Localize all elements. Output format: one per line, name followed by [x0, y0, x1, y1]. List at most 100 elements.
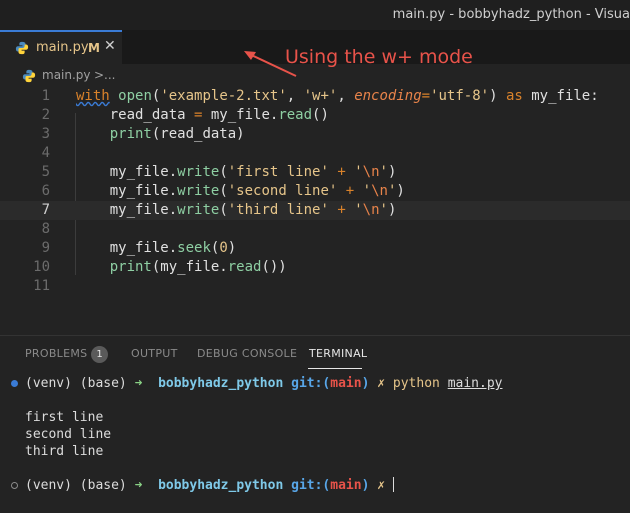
line-number: 2 — [41, 107, 50, 123]
code-line[interactable]: 8 — [0, 220, 630, 239]
command-arg: main.py — [447, 376, 503, 391]
code-line[interactable]: 1 with open('example-2.txt', 'w+', encodi… — [0, 87, 630, 106]
code-token: + — [337, 164, 346, 180]
code-line[interactable]: 9 my_file.seek(0) — [0, 239, 630, 258]
title-bar: main.py - bobbyhadz_python - Visua — [0, 0, 630, 30]
breadcrumb-file[interactable]: main.py — [42, 68, 91, 82]
code-line[interactable]: 7 my_file.write('third line' + '\n') — [0, 201, 630, 220]
code-line[interactable]: 4 — [0, 144, 630, 163]
tab-terminal[interactable]: TERMINAL — [309, 347, 367, 360]
line-number: 10 — [33, 259, 50, 275]
output-line: second line — [25, 427, 112, 442]
code-token: \n — [371, 183, 388, 199]
code-token: 'first line' — [227, 164, 329, 180]
code-token: 'utf-8' — [430, 88, 490, 104]
command-name: python — [392, 376, 440, 391]
code-token: print — [109, 259, 152, 275]
code-token: write — [177, 183, 220, 199]
annotation-arrow-icon — [244, 51, 297, 77]
prompt-arrow: ➜ — [134, 376, 143, 391]
code-token: 'w+' — [303, 88, 338, 104]
code-line[interactable]: 6 my_file.write('second line' + '\n') — [0, 182, 630, 201]
code-line[interactable]: 5 my_file.write('first line' + '\n') — [0, 163, 630, 182]
line-number: 8 — [41, 221, 50, 237]
tab-problems[interactable]: PROBLEMS — [25, 347, 87, 360]
code-token: ' — [362, 183, 372, 199]
code-token: \n — [362, 164, 380, 180]
problems-count-badge: 1 — [91, 346, 108, 363]
tab-debug-console[interactable]: DEBUG CONSOLE — [197, 347, 297, 360]
code-text: print(read_data) — [76, 125, 245, 144]
tab-main-py[interactable]: main.py M ✕ — [0, 30, 122, 64]
code-line[interactable]: 2 read_data = my_file.read() — [0, 106, 630, 125]
code-token: 'third line' — [227, 202, 329, 218]
line-number: 1 — [41, 88, 50, 104]
annotation-label: Using the w+ mode — [285, 46, 473, 68]
window-title: main.py - bobbyhadz_python - Visua — [392, 7, 630, 22]
breadcrumb-more[interactable]: ... — [104, 68, 115, 82]
code-token: my_file. — [202, 107, 279, 123]
code-token: ( — [219, 183, 228, 199]
git-branch: main — [330, 376, 362, 391]
git-suffix: ) — [361, 376, 370, 391]
code-text: my_file.write('third line' + '\n') — [76, 201, 397, 220]
code-token: 0 — [219, 240, 228, 256]
code-text: read_data = my_file.read() — [76, 106, 329, 125]
code-token: (my_file. — [151, 259, 228, 275]
code-token: as — [505, 88, 523, 104]
code-token: ' — [354, 202, 363, 218]
code-token: (read_data) — [151, 126, 245, 142]
tab-output[interactable]: OUTPUT — [131, 347, 178, 360]
code-token: my_file. — [76, 202, 178, 218]
code-token: ) — [489, 88, 506, 104]
code-token: encoding — [354, 88, 422, 104]
code-line[interactable]: 3 print(read_data) — [0, 125, 630, 144]
code-token: () — [312, 107, 329, 123]
code-token: ) — [387, 164, 397, 180]
line-number: 5 — [41, 164, 50, 180]
terminal-prompt-line: (venv) (base) ➜ bobbyhadz_python git:(ma… — [25, 477, 394, 495]
output-line: third line — [25, 444, 104, 459]
code-token: ()) — [261, 259, 287, 275]
code-token: 'second line' — [227, 183, 338, 199]
python-file-icon — [22, 69, 36, 83]
code-token: , — [286, 88, 304, 104]
code-token: 'example-2.txt' — [160, 88, 287, 104]
close-icon[interactable]: ✕ — [104, 38, 116, 54]
python-file-icon — [15, 41, 29, 55]
git-dirty-marker: ✗ — [377, 376, 386, 391]
command-status-dot-icon — [11, 380, 18, 387]
code-line[interactable]: 11 — [0, 277, 630, 296]
tab-label: main.py — [36, 40, 89, 55]
code-line[interactable]: 10 print(my_file.read()) — [0, 258, 630, 277]
code-token: ( — [219, 164, 228, 180]
terminal-cursor — [392, 477, 394, 492]
code-token: = — [421, 88, 431, 104]
git-prefix: git:( — [291, 478, 331, 493]
code-token: open — [118, 88, 152, 104]
code-token: ) — [396, 183, 405, 199]
git-dirty-marker: ✗ — [377, 478, 386, 493]
code-token: ' — [379, 164, 388, 180]
code-token: ( — [219, 202, 228, 218]
code-token: my_file. — [76, 183, 178, 199]
prompt-dir: bobbyhadz_python — [158, 376, 284, 391]
code-token: write — [177, 164, 220, 180]
code-text: my_file.write('second line' + '\n') — [76, 182, 405, 201]
code-text: with open('example-2.txt', 'w+', encodin… — [76, 87, 599, 106]
git-suffix: ) — [361, 478, 370, 493]
line-number: 9 — [41, 240, 50, 256]
code-token: + — [345, 183, 355, 199]
code-text: my_file.seek(0) — [76, 239, 236, 258]
code-token: write — [177, 202, 220, 218]
code-token: my_file. — [76, 240, 178, 256]
code-token: seek — [177, 240, 211, 256]
code-token: read — [227, 259, 262, 275]
code-token: \n — [362, 202, 380, 218]
code-token: , — [337, 88, 355, 104]
breadcrumb-separator: > — [94, 68, 105, 82]
code-token: print — [109, 126, 152, 142]
